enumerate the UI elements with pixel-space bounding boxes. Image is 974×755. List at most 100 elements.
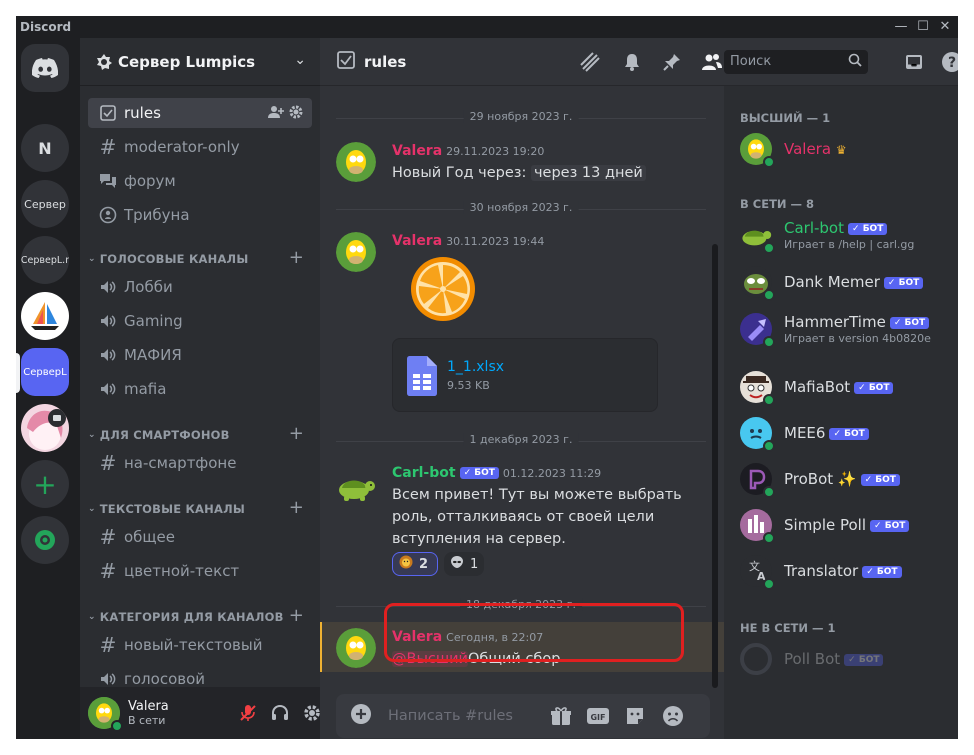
add-channel-icon[interactable]: + bbox=[289, 423, 304, 444]
member-poll-bot[interactable]: Poll Bot ✓ БОТ bbox=[740, 638, 954, 680]
close-icon[interactable]: ✕ bbox=[934, 18, 956, 36]
message-author[interactable]: Valera 30.11.2023 19:44 bbox=[392, 233, 544, 249]
inbox-icon[interactable] bbox=[902, 50, 926, 74]
member-hammertime[interactable]: HammerTime ✓ БОТ Играет в version 4b0820e bbox=[740, 308, 954, 350]
sticker-icon[interactable] bbox=[624, 705, 646, 731]
gif-icon[interactable]: GIF bbox=[586, 705, 610, 731]
chevron-down-icon: ⌄ bbox=[88, 612, 96, 622]
headphones-icon[interactable] bbox=[270, 703, 290, 727]
chat-scrollbar[interactable] bbox=[712, 244, 718, 688]
member-info: Poll Bot ✓ БОТ bbox=[784, 650, 884, 668]
pin-icon[interactable] bbox=[660, 50, 684, 74]
add-channel-icon[interactable]: + bbox=[289, 247, 304, 268]
search-icon bbox=[848, 53, 862, 71]
member-valera[interactable]: Valera ♛ bbox=[740, 128, 954, 170]
bot-badge: ✓ БОТ bbox=[459, 467, 499, 479]
bot-tag-label: БОТ bbox=[875, 475, 896, 485]
invite-icon[interactable] bbox=[268, 104, 284, 124]
orange-sticker[interactable] bbox=[410, 256, 476, 326]
category-voice[interactable]: ⌄ ГОЛОСОВЫЕ КАНАЛЫ + bbox=[88, 247, 312, 269]
member-activity: Играет в /help | carl.gg bbox=[784, 238, 915, 251]
avatar[interactable] bbox=[88, 697, 123, 732]
server-server-lr[interactable]: СерверL.r bbox=[21, 236, 69, 284]
channel-label: общее bbox=[124, 528, 176, 546]
member-list-icon[interactable] bbox=[700, 50, 724, 74]
member-simple-poll[interactable]: Simple Poll ✓ БОТ bbox=[740, 504, 954, 546]
category-label: ТЕКСТОВЫЕ КАНАЛЫ bbox=[99, 502, 245, 516]
sailboat-icon bbox=[31, 302, 59, 330]
emoji-icon[interactable] bbox=[662, 705, 684, 731]
bot-badge: ✓ БОТ bbox=[854, 382, 894, 394]
member-name: ProBot ✨ bbox=[784, 470, 857, 488]
server-n[interactable]: N bbox=[21, 124, 69, 172]
maximize-icon[interactable]: ☐ bbox=[912, 18, 934, 36]
avatar[interactable] bbox=[336, 628, 376, 668]
member-translator[interactable]: 文A Translator ✓ БОТ bbox=[740, 550, 954, 592]
member-name-row: ProBot ✨ ✓ БОТ bbox=[784, 470, 900, 488]
channel-new-text[interactable]: # новый-текстовый bbox=[88, 630, 312, 660]
category-phones[interactable]: ⌄ ДЛЯ СМАРТФОНОВ + bbox=[88, 423, 312, 445]
channel-rules[interactable]: rules bbox=[88, 98, 312, 128]
member-probot[interactable]: ProBot ✨ ✓ БОТ bbox=[740, 458, 954, 500]
member-dank-memer[interactable]: Dank Memer ✓ БОТ bbox=[740, 261, 954, 303]
bell-icon[interactable] bbox=[620, 50, 644, 74]
server-server[interactable]: Сервер bbox=[21, 180, 69, 228]
search-input[interactable]: Поиск bbox=[724, 50, 868, 74]
online-status-icon bbox=[763, 242, 775, 254]
add-attachment-icon[interactable] bbox=[350, 703, 372, 729]
member-mee6[interactable]: MEE6 ✓ БОТ bbox=[740, 412, 954, 454]
channel-color-text[interactable]: # цветной-текст bbox=[88, 556, 312, 586]
file-attachment[interactable]: 1_1.xlsx 9.53 KB bbox=[392, 338, 658, 412]
message-author[interactable]: Carl-bot ✓ БОТ 01.12.2023 11:29 bbox=[392, 465, 601, 481]
minimize-icon[interactable]: — bbox=[890, 18, 912, 36]
channel-mafia-ru[interactable]: МАФИЯ bbox=[88, 340, 312, 370]
threads-icon[interactable] bbox=[578, 50, 602, 74]
member-name: MEE6 bbox=[784, 424, 826, 442]
server-lumpics[interactable]: СерверL bbox=[21, 348, 69, 396]
avatar[interactable] bbox=[336, 466, 376, 506]
message-author[interactable]: Valera 29.11.2023 19:20 bbox=[392, 143, 544, 159]
home-button[interactable] bbox=[21, 44, 69, 92]
category-text[interactable]: ⌄ ТЕКСТОВЫЕ КАНАЛЫ + bbox=[88, 497, 312, 519]
message-line: роль, отталкиваясь от своей цели bbox=[392, 509, 655, 525]
channel-label: голосовой bbox=[124, 670, 206, 688]
explore-servers-button[interactable] bbox=[21, 516, 69, 564]
channel-lobby[interactable]: Лобби bbox=[88, 272, 312, 302]
user-info[interactable]: Valera В сети bbox=[128, 699, 169, 727]
date-divider: 30 ноября 2023 г. bbox=[336, 201, 706, 214]
message-line: Всем привет! Тут вы можете выбрать bbox=[392, 487, 682, 503]
avatar[interactable] bbox=[336, 142, 376, 182]
gift-icon[interactable] bbox=[550, 705, 572, 731]
help-icon[interactable]: ? bbox=[940, 50, 958, 74]
message-composer[interactable]: Написать #rules GIF bbox=[336, 694, 710, 738]
add-channel-icon[interactable]: + bbox=[289, 605, 304, 626]
add-server-button[interactable]: + bbox=[21, 460, 69, 508]
bot-tag-label: БОТ bbox=[474, 468, 495, 478]
avatar[interactable] bbox=[336, 232, 376, 272]
member-carl-bot[interactable]: Carl-bot ✓ БОТ Играет в /help | carl.gg bbox=[740, 214, 954, 256]
gear-icon[interactable] bbox=[302, 703, 322, 727]
reaction-lion[interactable]: 2 bbox=[392, 552, 438, 576]
channel-moderator-only[interactable]: # moderator-only bbox=[88, 132, 312, 162]
channel-stage[interactable]: Трибуна bbox=[88, 200, 312, 230]
channel-gaming[interactable]: Gaming bbox=[88, 306, 312, 336]
muted-mic-icon[interactable] bbox=[238, 703, 258, 727]
guild-header[interactable]: Сервер Lumpics ⌄ bbox=[80, 38, 320, 86]
channel-general[interactable]: # общее bbox=[88, 522, 312, 552]
add-channel-icon[interactable]: + bbox=[289, 497, 304, 518]
reaction-alien[interactable]: 1 bbox=[444, 552, 484, 576]
channel-forum[interactable]: форум bbox=[88, 166, 312, 196]
chevron-down-icon: ⌄ bbox=[88, 430, 96, 440]
online-status-icon bbox=[763, 289, 775, 301]
file-name-link[interactable]: 1_1.xlsx bbox=[447, 359, 504, 375]
rules-channel-icon bbox=[98, 103, 118, 123]
channel-on-phone[interactable]: # на-смартфоне bbox=[88, 448, 312, 478]
member-mafiabot[interactable]: MafiaBot ✓ БОТ bbox=[740, 366, 954, 408]
channel-mafia[interactable]: mafia bbox=[88, 374, 312, 404]
chevron-down-icon[interactable]: ⌄ bbox=[294, 52, 306, 68]
server-sailboat[interactable] bbox=[21, 292, 69, 340]
gear-icon[interactable] bbox=[288, 104, 304, 124]
server-anime[interactable] bbox=[21, 404, 69, 452]
category-channels[interactable]: ⌄ КАТЕГОРИЯ ДЛЯ КАНАЛОВ + bbox=[88, 605, 312, 627]
channel-label: rules bbox=[124, 104, 161, 122]
